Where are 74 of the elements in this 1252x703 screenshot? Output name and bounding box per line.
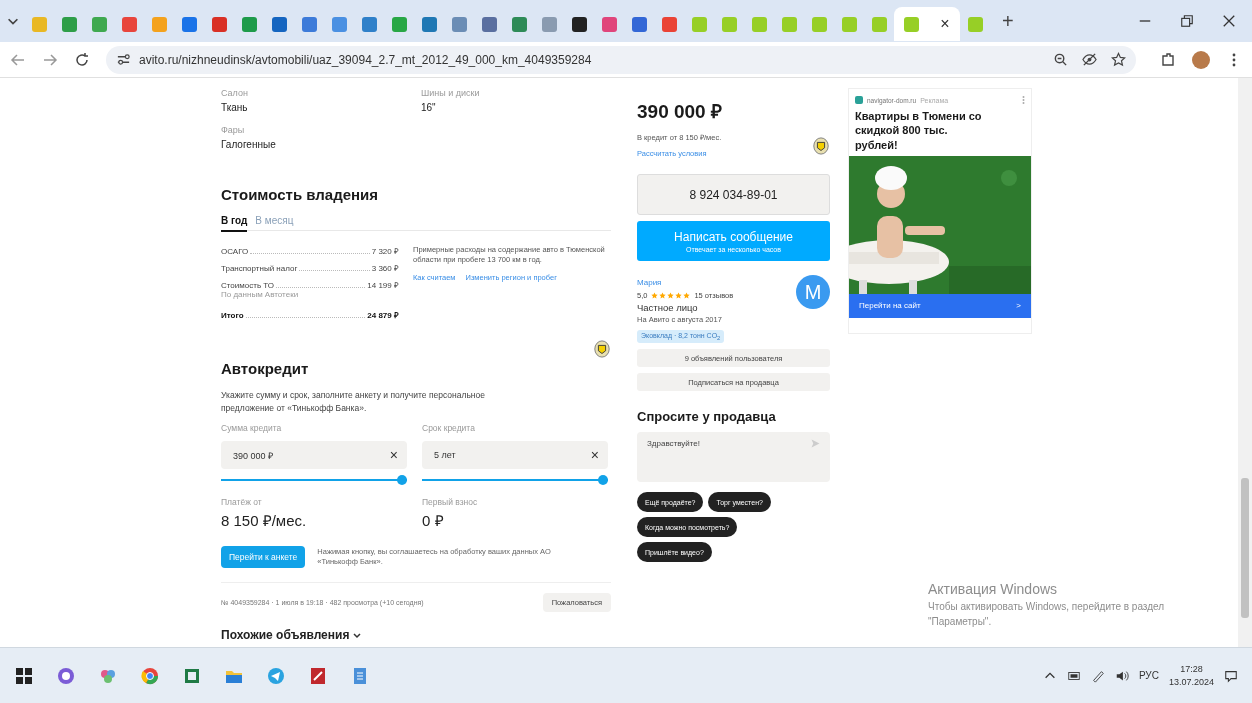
result-label: Первый взнос — [422, 497, 479, 508]
section-title: Стоимость владения — [221, 186, 380, 203]
result-label: Платёж от — [221, 497, 263, 508]
cost-name: Транспортный налог — [221, 264, 298, 273]
activation-title: Активация Windows — [928, 581, 1059, 597]
result-value: 8 150 ₽/мес. — [221, 511, 308, 531]
cost-name: Итого — [221, 311, 244, 320]
price: 390 000 ₽ — [637, 100, 723, 124]
ad-title: Квартиры в Тюмени со скидкой 800 тыс. рублей! — [854, 109, 983, 153]
activation-text: Чтобы активировать Windows, перейдите в раздел "Параметры". — [928, 600, 1166, 629]
message-field[interactable]: Здравствуйте! — [637, 432, 830, 483]
url-text: avito.ru/nizhneudinsk/avtomobili/uaz_39094_2.7_mt_2012_49_000_km_4049359284 — [139, 52, 592, 67]
spec-value: Ткань — [221, 102, 249, 113]
cost-name: ОСАГО — [221, 247, 249, 256]
cost-note: По данным Автотеки — [221, 290, 300, 299]
section-title: Автокредит — [221, 360, 309, 377]
start-icon[interactable] — [14, 665, 34, 686]
clock-time[interactable]: 17:28 — [1180, 664, 1203, 674]
volume-icon[interactable] — [1114, 668, 1129, 683]
scrollbar[interactable] — [1238, 78, 1252, 647]
site-icon — [855, 96, 863, 104]
close-icon[interactable] — [1222, 14, 1236, 28]
spec-label: Фары — [221, 125, 246, 135]
restore-icon[interactable] — [1180, 14, 1194, 28]
section-title: Спросите у продавца — [637, 409, 777, 425]
chevron-icon[interactable] — [353, 631, 362, 640]
result-value: 0 ₽ — [422, 511, 445, 531]
more-icon[interactable] — [1022, 95, 1025, 105]
ad-link[interactable]: Перейти на сайт > — [849, 293, 1031, 318]
site-settings-icon[interactable] — [116, 52, 131, 67]
pen-icon[interactable] — [1090, 668, 1105, 683]
description-text: Укажите сумму и срок, заполните анкету и получите персональное предложение от «Тинькофф Банка». — [221, 389, 486, 416]
period-tab[interactable]: В год — [221, 215, 248, 232]
spec-value: Галогенные — [221, 139, 277, 150]
cost-value: 3 360 ₽ — [371, 263, 399, 273]
seller-type: Частное лицо — [637, 302, 699, 313]
shield-icon — [812, 137, 830, 155]
clear-button[interactable]: × — [389, 447, 398, 464]
star-icon[interactable] — [1111, 52, 1126, 67]
seller-name[interactable]: Мария — [637, 278, 662, 287]
input-field[interactable]: 5 лет × — [422, 441, 608, 470]
reload-icon[interactable] — [74, 51, 90, 68]
input-field[interactable]: 390 000 ₽ × — [221, 441, 407, 470]
slider-thumb[interactable] — [397, 475, 407, 486]
back-icon[interactable] — [10, 51, 26, 68]
forward-icon[interactable] — [42, 51, 58, 68]
section-title: Похожие объявления — [221, 628, 350, 643]
phone-button[interactable]: 8 924 034-89-01 — [637, 174, 830, 215]
browser-icon[interactable] — [140, 665, 160, 686]
close-icon[interactable]: × — [940, 15, 950, 33]
extensions-icon[interactable] — [1160, 51, 1176, 68]
zoom-icon[interactable] — [1053, 52, 1068, 67]
field-label: Сумма кредита — [221, 423, 283, 434]
shield-icon — [593, 339, 611, 358]
eye-off-icon[interactable] — [1082, 52, 1097, 67]
spec-label: Шины и диски — [421, 88, 481, 98]
notifications-icon[interactable] — [1224, 668, 1238, 683]
clear-button[interactable]: × — [590, 447, 599, 464]
cost-name: Стоимость ТО — [221, 281, 275, 290]
spec-label: Салон — [221, 88, 249, 98]
clock-date[interactable]: 13.07.2024 — [1168, 677, 1214, 687]
spec-value: 16" — [421, 102, 437, 113]
scrollbar-thumb[interactable] — [1241, 478, 1249, 618]
send-icon[interactable] — [266, 665, 286, 686]
slider-thumb[interactable] — [598, 475, 608, 486]
field-label: Срок кредита — [422, 423, 476, 434]
address-bar[interactable]: avito.ru/nizhneudinsk/avtomobili/uaz_39094_2.7_mt_2012_49_000_km_4049359284 — [106, 45, 1136, 74]
browser-tab[interactable]: × — [894, 7, 960, 41]
cost-value: 24 879 ₽ — [367, 310, 399, 320]
profile-avatar[interactable] — [1192, 50, 1210, 69]
language-indicator[interactable]: РУС — [1138, 670, 1159, 681]
new-tab-button[interactable]: + — [998, 9, 1018, 33]
cost-value: 7 320 ₽ — [371, 246, 399, 256]
cost-value: 14 199 ₽ — [367, 280, 399, 290]
